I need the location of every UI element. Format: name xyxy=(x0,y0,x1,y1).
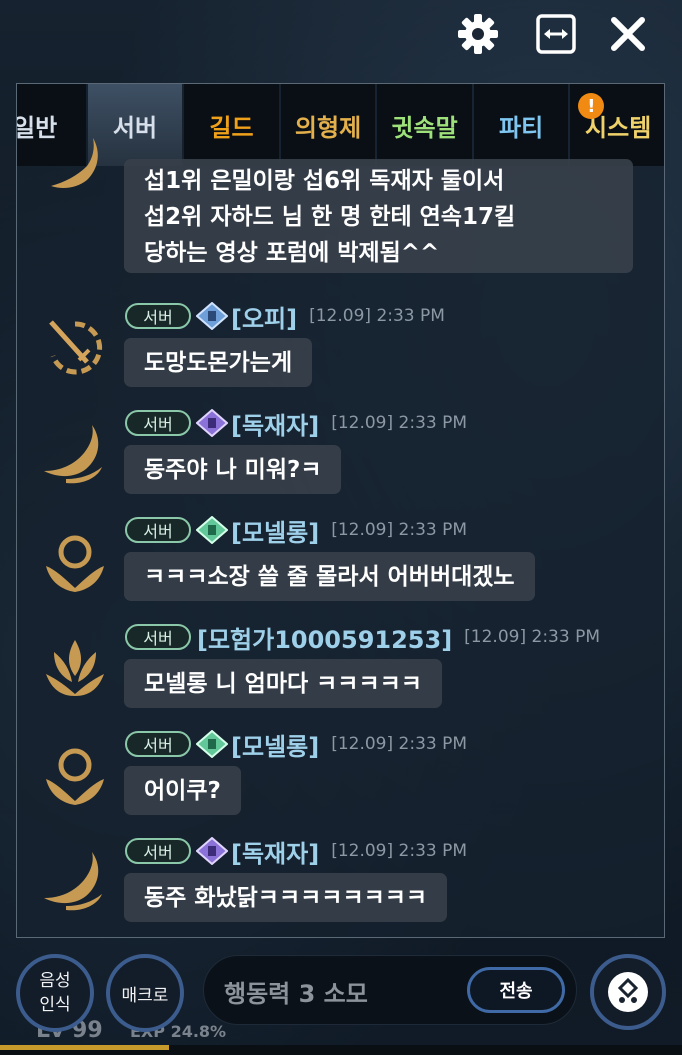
channel-badge: 서버 xyxy=(125,410,191,436)
message-bubble: 동주 화났닭ㅋㅋㅋㅋㅋㅋㅋㅋ xyxy=(124,873,448,922)
timestamp: [12.09] 2:33 PM xyxy=(464,627,601,647)
emoticon-button[interactable] xyxy=(590,954,666,1030)
message-bubble: 섭1위 은밀이랑 섭6위 독재자 둘이서 섭2위 자하드 님 한 명 한테 연속… xyxy=(124,159,633,273)
tab-brothers[interactable]: 의형제 xyxy=(280,84,376,166)
timestamp: [12.09] 2:33 PM xyxy=(331,520,468,540)
timestamp: [12.09] 2:33 PM xyxy=(331,734,468,754)
close-icon xyxy=(611,17,645,51)
channel-badge: 서버 xyxy=(125,838,191,864)
username[interactable]: [독재자] xyxy=(231,834,319,869)
message-bubble: ㅋㅋㅋ소장 쓸 줄 몰라서 어버버대겠노 xyxy=(124,552,535,601)
username[interactable]: [모험가1000591253] xyxy=(197,620,452,655)
username[interactable]: [모넬롱] xyxy=(231,727,319,762)
input-placeholder: 행동력 3 소모 xyxy=(224,980,368,1008)
message-bubble: 동주야 나 미워?ㅋ xyxy=(124,445,342,494)
timestamp: [12.09] 2:33 PM xyxy=(331,841,468,861)
green-rank-icon xyxy=(195,729,229,759)
channel-badge: 서버 xyxy=(125,624,191,650)
channel-badge: 서버 xyxy=(125,517,191,543)
flame-wing-emblem-icon xyxy=(39,126,111,198)
flame-wing-emblem-icon[interactable] xyxy=(39,419,111,491)
timestamp: [12.09] 2:33 PM xyxy=(331,413,468,433)
lotus-orb-emblem-icon[interactable] xyxy=(39,739,111,811)
sword-emblem-icon[interactable] xyxy=(39,312,111,384)
chat-input[interactable]: 행동력 3 소모 전송 xyxy=(203,955,577,1025)
chat-tabs: 일반 서버 길드 의형제 귓속말 파티 ! 시스템 xyxy=(17,84,664,166)
close-button[interactable] xyxy=(604,10,652,58)
tab-system[interactable]: ! 시스템 xyxy=(570,84,664,166)
message-list: 섭1위 은밀이랑 섭6위 독재자 둘이서 섭2위 자하드 님 한 명 한테 연속… xyxy=(17,138,664,937)
horizontal-expand-icon xyxy=(536,14,576,54)
blue-rank-icon xyxy=(195,301,229,331)
message-bubble: 모넬롱 니 엄마다 ㅋㅋㅋㅋㅋ xyxy=(124,659,442,708)
flame-wing-emblem-icon[interactable] xyxy=(39,846,111,918)
username[interactable]: [모넬롱] xyxy=(231,513,319,548)
resize-button[interactable] xyxy=(532,10,580,58)
username[interactable]: [오피] xyxy=(231,299,297,334)
gear-icon xyxy=(458,14,498,54)
message-meta: 서버 [독재자] [12.09] 2:33 PM xyxy=(125,406,468,441)
message-bubble: 어이쿠? xyxy=(124,766,241,815)
lotus-flame-emblem-icon[interactable] xyxy=(39,632,111,704)
purple-rank-icon xyxy=(195,836,229,866)
game-screen: 일반 서버 길드 의형제 귓속말 파티 ! 시스템 섭1위 은밀이랑 섭6위 독… xyxy=(0,0,682,1055)
send-button[interactable]: 전송 xyxy=(467,967,565,1013)
username[interactable]: [독재자] xyxy=(231,406,319,441)
message-meta: 서버 [오피] [12.09] 2:33 PM xyxy=(125,299,445,334)
message-meta: 서버 [모넬롱] [12.09] 2:33 PM xyxy=(125,727,468,762)
settings-button[interactable] xyxy=(454,10,502,58)
green-rank-icon xyxy=(195,515,229,545)
voice-recognition-button[interactable]: 음성 인식 xyxy=(16,954,94,1032)
chat-panel: 일반 서버 길드 의형제 귓속말 파티 ! 시스템 섭1위 은밀이랑 섭6위 독… xyxy=(16,83,665,938)
message-meta: 서버 [모넬롱] [12.09] 2:33 PM xyxy=(125,513,468,548)
message-meta: 서버 [독재자] [12.09] 2:33 PM xyxy=(125,834,468,869)
macro-button[interactable]: 매크로 xyxy=(106,954,184,1032)
tab-whisper[interactable]: 귓속말 xyxy=(377,84,472,166)
exp-bar-fill xyxy=(0,1045,170,1050)
channel-badge: 서버 xyxy=(125,303,191,329)
channel-badge: 서버 xyxy=(125,731,191,757)
lotus-orb-emblem-icon[interactable] xyxy=(39,526,111,598)
tab-party[interactable]: 파티 xyxy=(473,84,569,166)
tab-guild[interactable]: 길드 xyxy=(184,84,279,166)
emoticon-icon xyxy=(608,972,648,1012)
purple-rank-icon xyxy=(195,408,229,438)
message-bubble: 도망도몬가는게 xyxy=(124,338,313,387)
timestamp: [12.09] 2:33 PM xyxy=(309,306,445,326)
message-meta: 서버 [모험가1000591253] [12.09] 2:33 PM xyxy=(125,620,601,655)
